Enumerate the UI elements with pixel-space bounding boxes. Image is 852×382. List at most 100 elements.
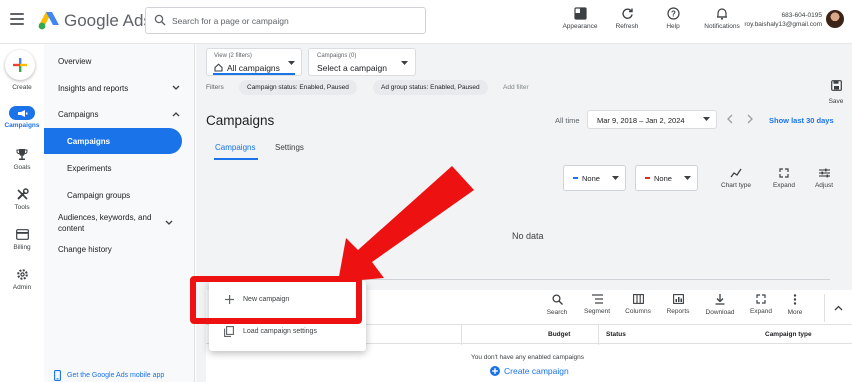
refresh-icon [621,8,633,19]
rail-create-label-wrap: Create [0,82,44,91]
page-title: Campaigns [206,113,275,128]
appearance-button[interactable]: Appearance [556,6,604,30]
reports-icon [672,294,684,304]
nav-item-audiences[interactable]: Audiences, keywords, and content [44,208,164,238]
rail-admin-label: Admin [12,284,32,291]
more-vert-icon [793,294,797,305]
view-dropdown[interactable]: View (2 filters) All campaigns [206,48,302,76]
add-filter-button[interactable]: Add filter [503,84,529,91]
metric-1-dropdown[interactable]: None [563,165,626,191]
create-button[interactable] [5,50,35,80]
nav-item-insights[interactable]: Insights and reports [44,75,194,101]
refresh-button[interactable]: Refresh [604,6,650,30]
table-reports-button[interactable]: Reports [661,294,695,315]
nav-overview-label: Overview [58,56,92,66]
chart-expand-button[interactable]: Expand [764,168,804,189]
nav-campaigns-group-label: Campaigns [58,109,99,119]
search-box[interactable] [145,7,426,34]
filter-chip-campaign-status[interactable]: Campaign status: Enabled, Paused [239,80,357,95]
rail-item-admin[interactable]: Admin [0,266,44,291]
rail-item-campaigns[interactable]: Campaigns [0,106,44,129]
column-divider [461,325,462,345]
create-campaign-label: Create campaign [504,366,569,376]
nav-item-campaigns-group[interactable]: Campaigns [44,101,194,127]
table-search-button[interactable]: Search [540,294,574,316]
chevron-down-icon [172,85,180,90]
rail-create-label: Create [12,84,32,91]
tab-campaigns[interactable]: Campaigns [215,143,255,152]
caret-down-icon [401,61,408,65]
chart-type-button[interactable]: Chart type [716,168,756,189]
metric-2-dropdown[interactable]: None [635,165,698,191]
rail-campaigns-label: Campaigns [4,122,40,129]
column-budget[interactable]: Budget [548,331,570,338]
show-last-30-days-button[interactable]: Show last 30 days [769,116,834,125]
table-download-button[interactable]: Download [703,294,737,316]
column-divider [598,325,599,345]
campaigns-value: Select a campaign [317,63,387,73]
collapse-toggle[interactable] [824,294,852,322]
menu-item-load-campaign-settings[interactable]: Load campaign settings [209,321,366,341]
table-segment-button[interactable]: Segment [580,294,614,315]
svg-text:?: ? [671,9,676,18]
account-email: roy.baishaly13@gmail.com [744,21,822,28]
line-chart-icon [730,168,742,178]
nav-item-experiments[interactable]: Experiments [44,155,194,181]
chevron-right-icon[interactable] [746,114,754,124]
mobile-app-link[interactable]: Get the Google Ads mobile app [54,370,164,381]
column-status[interactable]: Status [606,331,626,338]
rail-item-billing[interactable]: Billing [0,226,44,251]
save-button[interactable]: Save [826,78,846,105]
bell-icon [717,7,727,20]
help-button[interactable]: ? Help [650,6,696,30]
avatar[interactable] [826,10,844,28]
table-columns-button[interactable]: Columns [621,294,655,315]
empty-table-message: You don't have any enabled campaigns [471,354,585,361]
table-more-button[interactable]: More [778,294,812,316]
nav-item-change-history[interactable]: Change history [44,236,194,262]
metric-2-value: None [654,173,672,183]
nav-change-history-label: Change history [58,244,112,254]
nav-item-campaign-groups[interactable]: Campaign groups [44,182,194,208]
menu-icon[interactable] [10,13,24,25]
column-campaign-type[interactable]: Campaign type [765,331,812,338]
campaign-selector[interactable]: Campaigns (0) Select a campaign [308,48,416,76]
rail-item-tools[interactable]: Tools [0,186,44,211]
date-range-picker[interactable]: Mar 9, 2018 – Jan 2, 2024 [587,110,717,129]
nav-item-overview[interactable]: Overview [44,48,194,74]
appearance-label: Appearance [562,23,598,30]
gear-icon [16,268,28,280]
search-input[interactable] [172,12,422,30]
nav-campaign-groups-label: Campaign groups [67,190,131,200]
chevron-left-icon[interactable] [726,114,734,124]
metric-1-value: None [582,173,600,183]
chevron-down-icon [165,220,173,225]
view-value: All campaigns [227,63,280,73]
account-info[interactable]: 683-604-0195 roy.baishaly13@gmail.com [738,11,822,29]
help-icon: ? [666,6,680,20]
tools-icon [16,187,29,200]
create-campaign-link[interactable]: Create campaign [490,366,569,376]
table-expand-label: Expand [749,308,773,315]
chart-adjust-label: Adjust [814,182,834,189]
nav-campaigns-label: Campaigns [67,136,111,146]
table-more-label: More [787,309,803,316]
caret-down-icon [703,117,710,121]
table-expand-button[interactable]: Expand [744,294,778,315]
filter-chip-ad-group-status[interactable]: Ad group status: Enabled, Paused [373,80,488,95]
chart-adjust-button[interactable]: Adjust [804,168,844,189]
download-icon [715,294,725,305]
no-data-message: No data [512,231,544,241]
table-download-label: Download [705,309,735,316]
tab-settings[interactable]: Settings [275,143,304,152]
table-segment-label: Segment [583,308,611,315]
metric-1-swatch [573,177,578,179]
plus-icon [13,58,27,72]
rail-item-goals[interactable]: Goals [0,146,44,171]
trophy-icon [16,148,28,160]
all-time-label: All time [555,116,580,125]
filters-label: Filters [206,84,224,91]
nav-item-campaigns[interactable]: Campaigns [44,128,182,154]
refresh-label: Refresh [615,23,639,30]
rail-tools-label: Tools [14,204,30,211]
